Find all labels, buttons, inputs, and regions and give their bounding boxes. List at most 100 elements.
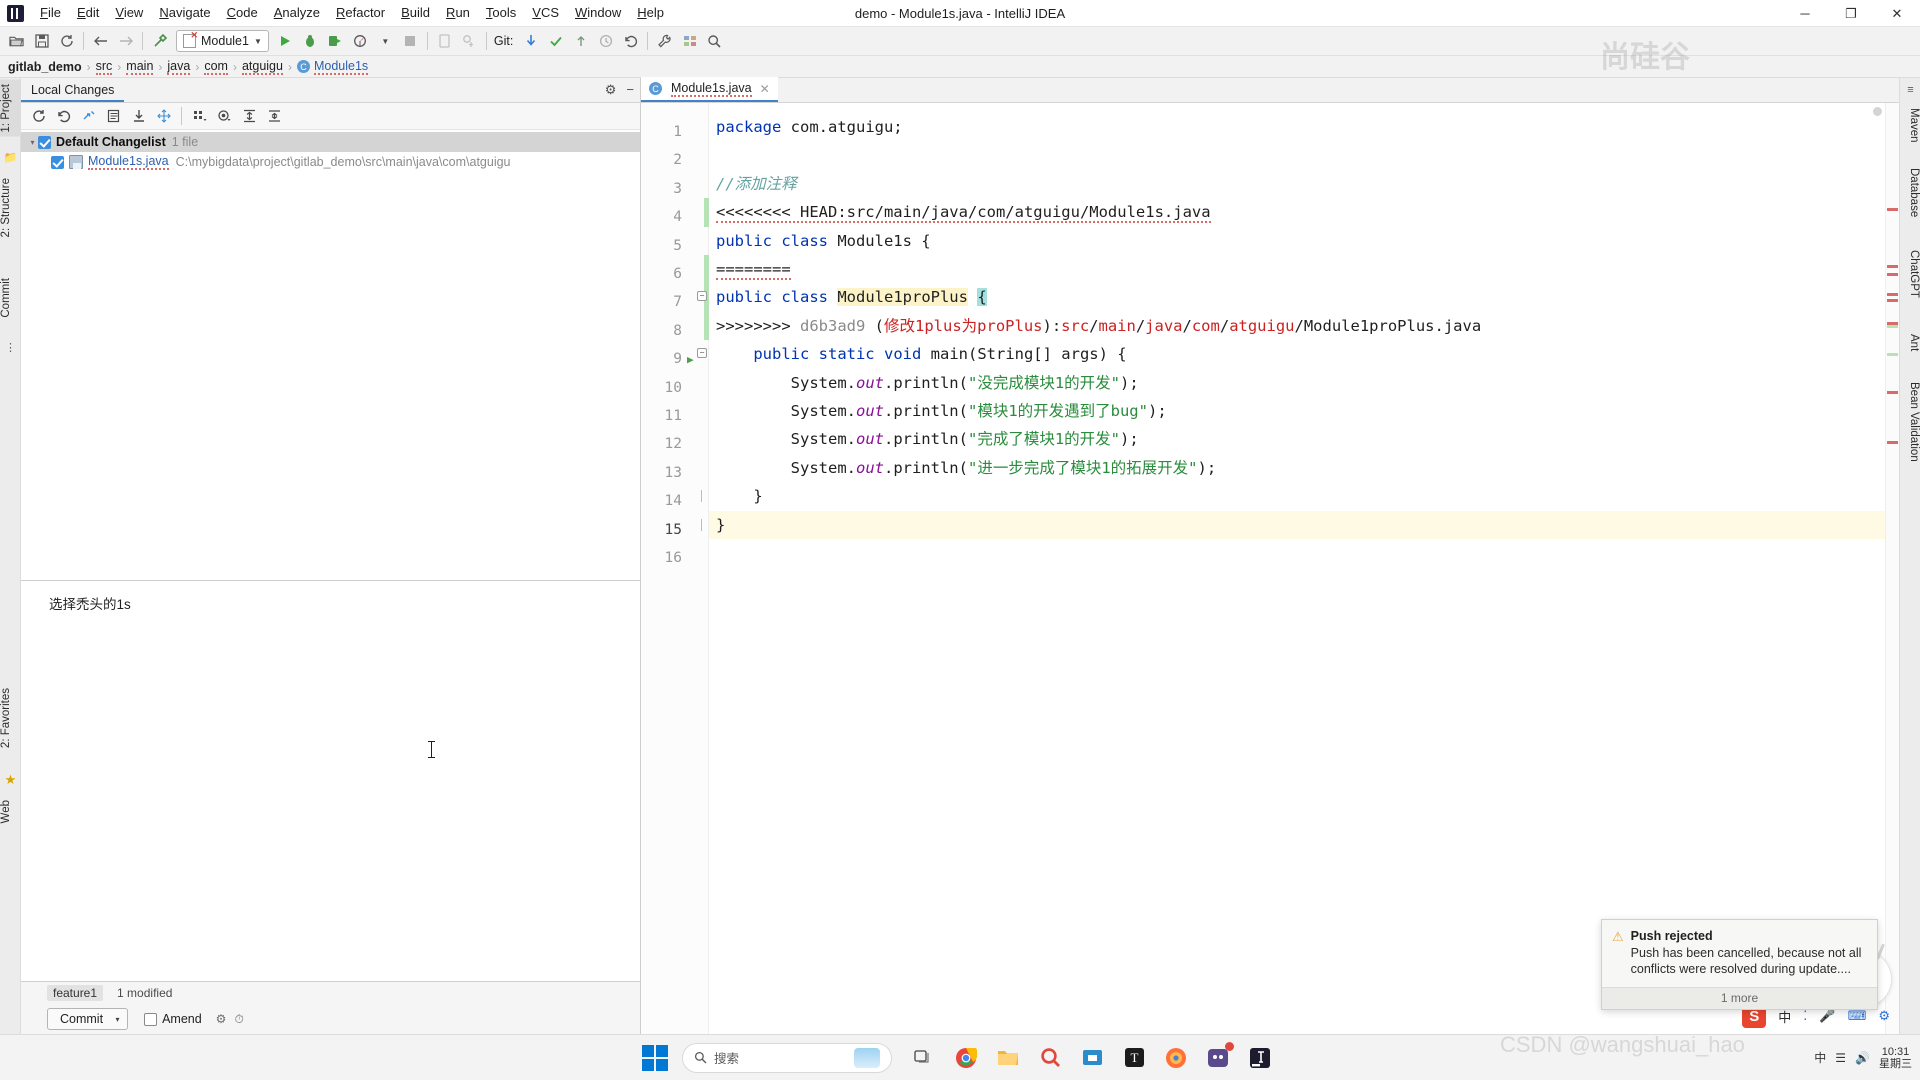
commit-options-icon[interactable]: ⚙: [216, 1012, 227, 1026]
menu-vcs[interactable]: VCS: [524, 2, 567, 24]
intellij-icon[interactable]: [1242, 1040, 1278, 1076]
menu-navigate[interactable]: Navigate: [151, 2, 218, 24]
push-rejected-notification[interactable]: ⚠ Push rejected Push has been cancelled,…: [1601, 919, 1878, 1010]
breadcrumb-item-java[interactable]: java: [167, 59, 191, 75]
git-update-icon[interactable]: [518, 29, 543, 53]
minimize-button[interactable]: ─: [1782, 0, 1828, 27]
refresh-icon[interactable]: [27, 105, 50, 127]
editor-gutter[interactable]: 1 2 3 4 5 6 7−8 9 ▶ −10 11 12 13 14 15 16: [641, 103, 709, 1034]
code-line[interactable]: System.out.println("没完成模块1的开发");: [709, 369, 1139, 397]
forward-icon[interactable]: [113, 29, 138, 53]
code-line[interactable]: }: [709, 482, 762, 510]
sync-icon[interactable]: [54, 29, 79, 53]
error-marker[interactable]: [1887, 265, 1898, 268]
run-icon[interactable]: [273, 29, 298, 53]
close-button[interactable]: ✕: [1874, 0, 1920, 27]
menu-code[interactable]: Code: [219, 2, 266, 24]
error-marker[interactable]: [1887, 441, 1898, 444]
code-fold-end-icon[interactable]: [701, 490, 702, 503]
inspection-status-icon[interactable]: [1873, 107, 1882, 116]
changelist-row[interactable]: ▾ Default Changelist 1 file: [21, 132, 640, 152]
move-to-changelist-icon[interactable]: [152, 105, 175, 127]
error-marker[interactable]: [1887, 299, 1898, 302]
start-button[interactable]: [642, 1044, 668, 1071]
git-commit-icon[interactable]: [543, 29, 568, 53]
code-line[interactable]: package com.atguigu;: [709, 113, 903, 141]
code-line[interactable]: System.out.println("模块1的开发遇到了bug");: [709, 397, 1167, 425]
git-push-icon[interactable]: [568, 29, 593, 53]
clock[interactable]: 10:31 星期三: [1879, 1046, 1912, 1070]
sidebar-item-favorites[interactable]: 2: Favorites: [0, 684, 21, 752]
code-line[interactable]: System.out.println("完成了模块1的开发");: [709, 425, 1139, 453]
stop-icon[interactable]: [398, 29, 423, 53]
code-editor[interactable]: 1 2 3 4 5 6 7−8 9 ▶ −10 11 12 13 14 15 16 package com.a…: [641, 103, 1899, 1034]
code-line[interactable]: public class Module1proPlus {: [709, 283, 987, 311]
menu-window[interactable]: Window: [567, 2, 629, 24]
sidebar-item-commit[interactable]: Commit: [0, 274, 21, 322]
changelist-checkbox[interactable]: [38, 135, 51, 149]
editor-tab-module1s[interactable]: C Module1s.java ✕: [641, 77, 778, 102]
tray-volume-icon[interactable]: 🔊: [1855, 1051, 1870, 1065]
commit-message-area[interactable]: 选择禿头的1s: [21, 581, 640, 981]
code-line[interactable]: ========: [709, 255, 791, 283]
git-history-icon[interactable]: [593, 29, 618, 53]
expand-all-icon[interactable]: [238, 105, 261, 127]
code-line[interactable]: System.out.println("进一步完成了模块1的拓展开发");: [709, 454, 1217, 482]
code-content[interactable]: package com.atguigu; //添加注释 <<<<<<<< HEAD:…: [709, 103, 1899, 1034]
amend-checkbox-row[interactable]: Amend: [144, 1012, 202, 1026]
debug-icon[interactable]: [298, 29, 323, 53]
error-marker[interactable]: [1887, 208, 1898, 212]
run-gutter-icon[interactable]: ▶: [687, 346, 694, 374]
sidebar-item-ant[interactable]: Ant: [1899, 330, 1920, 355]
chevron-down-icon[interactable]: ▼: [373, 29, 398, 53]
code-fold-icon[interactable]: −: [697, 291, 707, 302]
store-icon[interactable]: [1074, 1040, 1110, 1076]
device-manager-icon[interactable]: [432, 29, 457, 53]
branch-name[interactable]: feature1: [47, 985, 104, 1001]
error-marker-rail[interactable]: [1873, 103, 1899, 1034]
hide-icon[interactable]: −: [626, 82, 634, 98]
menu-icon[interactable]: ≡: [1903, 82, 1918, 97]
settings-wrench-icon[interactable]: [652, 29, 677, 53]
breadcrumb-item-main[interactable]: main: [126, 59, 154, 75]
breadcrumb-item-module1s[interactable]: C Module1s: [296, 59, 369, 75]
commit-arrow-icon[interactable]: ⋮: [3, 340, 18, 355]
code-line[interactable]: >>>>>>>> d6b3ad9 (修改1plus为proPlus):src/m…: [709, 312, 1481, 340]
task-view-icon[interactable]: [906, 1040, 942, 1076]
menu-edit[interactable]: Edit: [69, 2, 107, 24]
shelve-icon[interactable]: [77, 105, 100, 127]
menu-view[interactable]: View: [107, 2, 151, 24]
weather-icon[interactable]: [854, 1047, 880, 1068]
file-checkbox[interactable]: [51, 155, 64, 169]
search-app-icon[interactable]: [1032, 1040, 1068, 1076]
menu-file[interactable]: File: [32, 2, 69, 24]
commit-button[interactable]: Commit: [47, 1008, 117, 1030]
code-fold-icon[interactable]: −: [697, 348, 707, 359]
menu-help[interactable]: Help: [629, 2, 672, 24]
sidebar-item-project[interactable]: 1: Project: [0, 80, 21, 137]
sidebar-item-structure[interactable]: 2: Structure: [0, 174, 21, 241]
search-everywhere-icon[interactable]: [702, 29, 727, 53]
folder-icon[interactable]: [990, 1040, 1026, 1076]
group-by-icon[interactable]: [188, 105, 211, 127]
star-icon[interactable]: ★: [3, 772, 18, 787]
code-fold-end-icon[interactable]: [701, 518, 702, 531]
firefox-icon[interactable]: [1158, 1040, 1194, 1076]
tray-network-icon[interactable]: ☰: [1835, 1051, 1846, 1065]
close-icon[interactable]: ✕: [760, 82, 770, 96]
code-line[interactable]: public class Module1s {: [709, 227, 931, 255]
menu-run[interactable]: Run: [438, 2, 478, 24]
chevron-down-icon[interactable]: ▾: [27, 138, 38, 147]
chrome-icon[interactable]: [948, 1040, 984, 1076]
sidebar-item-chatgpt[interactable]: ChatGPT: [1899, 246, 1920, 302]
breadcrumb-item-src[interactable]: src: [95, 59, 113, 75]
get-from-vcs-icon[interactable]: [127, 105, 150, 127]
tray-ime-icon[interactable]: 中: [1814, 1049, 1826, 1066]
commit-history-icon[interactable]: ⏱: [234, 1012, 243, 1027]
sdk-manager-icon[interactable]: [457, 29, 482, 53]
error-marker[interactable]: [1887, 325, 1898, 328]
chat-app-icon[interactable]: [1200, 1040, 1236, 1076]
gear-icon[interactable]: ⚙: [605, 82, 617, 98]
code-line[interactable]: }: [709, 511, 725, 539]
code-line[interactable]: <<<<<<<< HEAD:src/main/java/com/atguigu/…: [709, 198, 1211, 226]
